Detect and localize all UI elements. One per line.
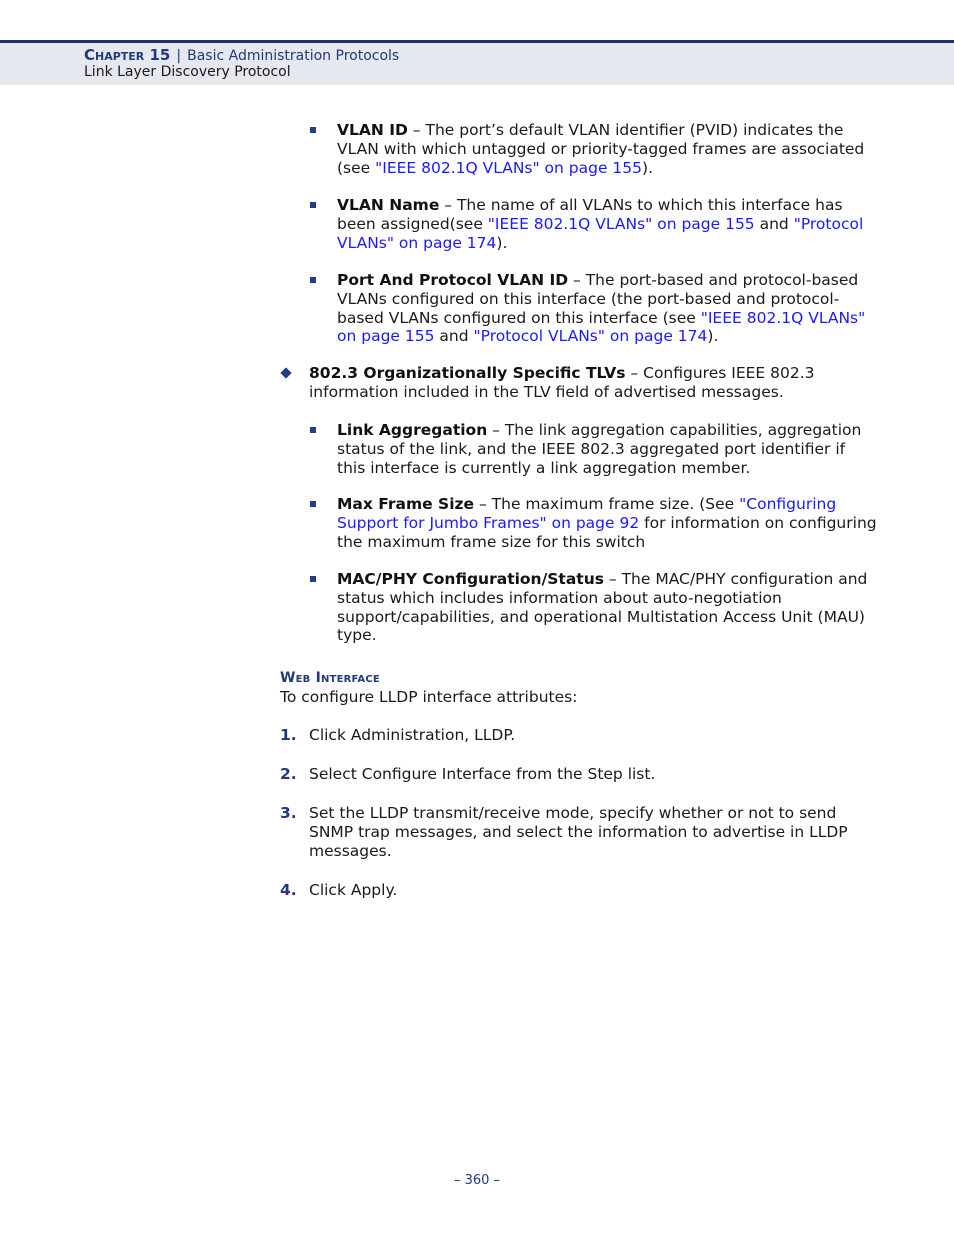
list-item-port-protocol-vlan-id: Port And Protocol VLAN ID – The port-bas… (337, 271, 877, 346)
description-mid: and (434, 327, 474, 346)
page-header: Chapter 15 | Basic Administration Protocol… (0, 43, 954, 85)
diamond-bullet-icon (280, 367, 292, 379)
term: MAC/PHY Configuration/Status (337, 570, 604, 588)
square-bullet-icon (310, 277, 316, 283)
square-bullet-icon (310, 427, 316, 433)
step-text: Click Apply. (309, 881, 398, 899)
term: 802.3 Organizationally Specific TLVs (309, 364, 626, 382)
description: – The maximum frame size. (See (474, 495, 740, 513)
page-number: – 360 – (453, 1173, 501, 1188)
list-item-8023-tlvs: 802.3 Organizationally Specific TLVs – C… (309, 364, 879, 402)
square-bullet-icon (310, 127, 316, 133)
list-item-vlan-name: VLAN Name – The name of all VLANs to whi… (337, 196, 877, 252)
term: Max Frame Size (337, 495, 475, 513)
chapter-label: Chapter 15 (84, 46, 171, 64)
step-number: 1. (280, 726, 297, 744)
description-end: ). (707, 327, 719, 346)
step-number: 2. (280, 765, 297, 783)
link-protocol-vlans[interactable]: "Protocol VLANs" on page 174 (473, 327, 707, 345)
term: VLAN ID (337, 121, 408, 139)
step-number: 4. (280, 881, 297, 899)
list-item-max-frame-size: Max Frame Size – The maximum frame size.… (337, 495, 877, 551)
step-text: Select Configure Interface from the Step… (309, 765, 656, 783)
step-text: Set the LLDP transmit/receive mode, spec… (309, 804, 848, 860)
list-item-link-aggregation: Link Aggregation – The link aggregation … (337, 421, 877, 477)
square-bullet-icon (310, 576, 316, 582)
term: VLAN Name (337, 196, 440, 214)
list-item-mac-phy: MAC/PHY Configuration/Status – The MAC/P… (337, 570, 877, 645)
description-mid: and (754, 214, 794, 233)
section-title: Link Layer Discovery Protocol (84, 64, 291, 80)
square-bullet-icon (310, 501, 316, 507)
header-separator: | (176, 48, 182, 64)
term: Link Aggregation (337, 421, 488, 439)
link-ieee-8021q-vlans[interactable]: "IEEE 802.1Q VLANs" on page 155 (375, 159, 642, 177)
description-end: ). (642, 158, 653, 177)
web-interface-intro: To configure LLDP interface attributes: (280, 688, 578, 706)
chapter-title: Basic Administration Protocols (187, 48, 400, 64)
chapter-line: Chapter 15 | Basic Administration Protocol… (84, 46, 399, 64)
square-bullet-icon (310, 202, 316, 208)
link-ieee-8021q-vlans[interactable]: "IEEE 802.1Q VLANs" on page 155 (488, 215, 755, 233)
description-end: ). (496, 233, 508, 252)
list-item-vlan-id: VLAN ID – The port’s default VLAN identi… (337, 121, 877, 177)
web-interface-heading: Web Interface (280, 670, 380, 686)
step-text: Click Administration, LLDP. (309, 726, 516, 744)
term: Port And Protocol VLAN ID (337, 271, 569, 289)
step-number: 3. (280, 804, 297, 822)
